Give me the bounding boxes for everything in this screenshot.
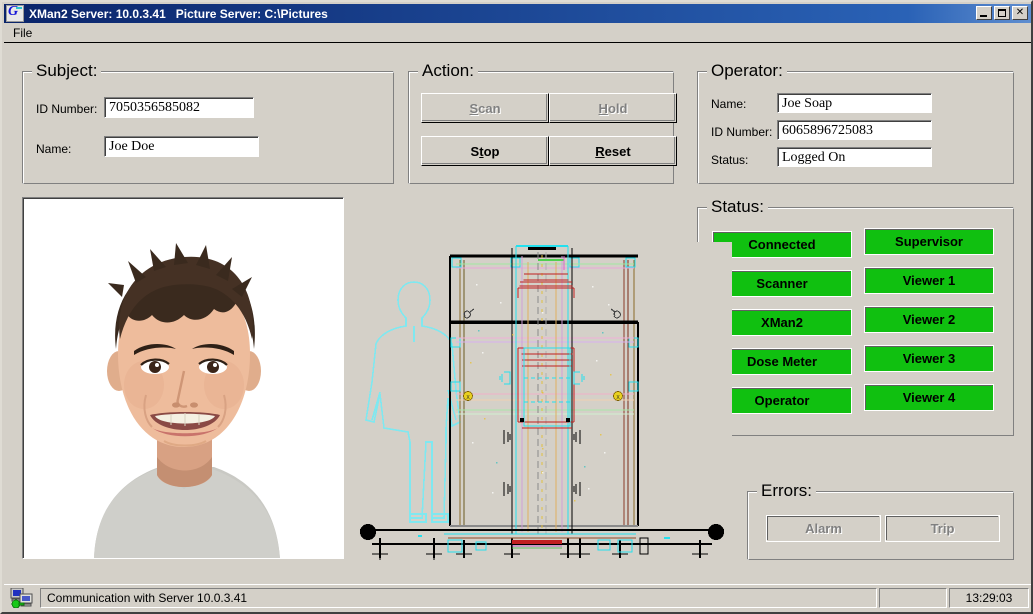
subject-photo-frame xyxy=(22,197,344,559)
menu-item-file[interactable]: File xyxy=(7,24,38,42)
rail-end-left xyxy=(360,524,376,540)
maximize-button[interactable] xyxy=(994,6,1010,20)
subject-name-field[interactable]: Joe Doe xyxy=(104,136,259,157)
operator-panel: Operator: Name: Joe Soap ID Number: 6065… xyxy=(697,62,1014,184)
subject-id-field[interactable]: 7050356585082 xyxy=(104,97,254,118)
statusbar-icon-panel xyxy=(6,587,38,608)
operator-status-label: Status: xyxy=(711,153,749,167)
window-controls: ✕ xyxy=(976,6,1028,20)
error-indicator-trip[interactable]: Trip xyxy=(885,515,1000,542)
subject-photo xyxy=(23,198,343,558)
reset-button-label: Reset xyxy=(595,143,631,159)
operator-name-field[interactable]: Joe Soap xyxy=(777,93,932,113)
status-indicator-viewer-1[interactable]: Viewer 1 xyxy=(864,267,994,294)
scanner-schematic-svg: X X xyxy=(352,242,732,562)
subject-panel-frame xyxy=(22,71,394,184)
status-indicator-connected[interactable]: Connected xyxy=(712,231,852,258)
status-indicator-viewer-4[interactable]: Viewer 4 xyxy=(864,384,994,411)
window-titlebar[interactable]: G XMan2 Server: 10.0.3.41 Picture Server… xyxy=(4,4,1031,23)
scan-button-label: Scan xyxy=(469,100,501,116)
operator-id-field[interactable]: 6065896725083 xyxy=(777,120,932,140)
stop-button-label: Stop xyxy=(470,143,500,159)
subject-name-label: Name: xyxy=(36,142,72,156)
action-panel: Action: Scan Hold Stop Reset xyxy=(408,62,677,184)
error-indicator-alarm[interactable]: Alarm xyxy=(766,515,881,542)
statusbar-message: Communication with Server 10.0.3.41 xyxy=(40,587,877,608)
statusbar-middle-panel xyxy=(879,587,947,608)
operator-panel-legend: Operator: xyxy=(707,62,787,79)
statusbar-clock: 13:29:03 xyxy=(949,587,1029,608)
status-panel-legend: Status: xyxy=(707,198,768,215)
subject-panel: Subject: ID Number: 7050356585082 Name: … xyxy=(22,62,394,184)
status-indicator-scanner[interactable]: Scanner xyxy=(712,270,852,297)
status-indicator-xman2[interactable]: XMan2 xyxy=(712,309,852,336)
status-bar: Communication with Server 10.0.3.41 13:2… xyxy=(4,584,1031,610)
subject-panel-legend: Subject: xyxy=(32,62,102,79)
rail-end-right xyxy=(708,524,724,540)
hold-button[interactable]: Hold xyxy=(549,93,677,123)
minimize-icon xyxy=(980,15,987,17)
status-indicator-viewer-3[interactable]: Viewer 3 xyxy=(864,345,994,372)
operator-name-label: Name: xyxy=(711,97,747,111)
g-logo-icon[interactable]: G xyxy=(6,5,24,22)
hold-button-label: Hold xyxy=(598,100,628,116)
status-panel: Status: Connected Scanner XMan2 Dose Met… xyxy=(697,198,1014,436)
status-indicator-supervisor[interactable]: Supervisor xyxy=(864,228,994,255)
body-scanner-technical-drawing: X X xyxy=(352,242,732,562)
close-icon: ✕ xyxy=(1015,7,1025,18)
action-panel-frame xyxy=(408,71,674,184)
subject-portrait-photo xyxy=(24,199,343,558)
action-panel-legend: Action: xyxy=(418,62,478,79)
minimize-button[interactable] xyxy=(976,6,992,20)
status-indicator-viewer-2[interactable]: Viewer 2 xyxy=(864,306,994,333)
window-title: XMan2 Server: 10.0.3.41 Picture Server: … xyxy=(29,6,328,21)
errors-panel-legend: Errors: xyxy=(757,482,816,499)
operator-status-field[interactable]: Logged On xyxy=(777,147,932,167)
status-indicator-operator[interactable]: Operator xyxy=(712,387,852,414)
operator-id-label: ID Number: xyxy=(711,125,773,139)
reset-button[interactable]: Reset xyxy=(549,136,677,166)
close-button[interactable]: ✕ xyxy=(1012,6,1028,20)
stop-button[interactable]: Stop xyxy=(421,136,549,166)
subject-id-label: ID Number: xyxy=(36,102,98,116)
errors-panel: Errors: Alarm Trip xyxy=(747,482,1014,560)
menu-bar: File xyxy=(4,23,1031,43)
network-computers-icon xyxy=(10,587,34,608)
maximize-icon xyxy=(998,9,1006,17)
application-window: G XMan2 Server: 10.0.3.41 Picture Server… xyxy=(0,0,1033,614)
status-indicator-dose-meter[interactable]: Dose Meter xyxy=(712,348,852,375)
scan-button[interactable]: Scan xyxy=(421,93,549,123)
